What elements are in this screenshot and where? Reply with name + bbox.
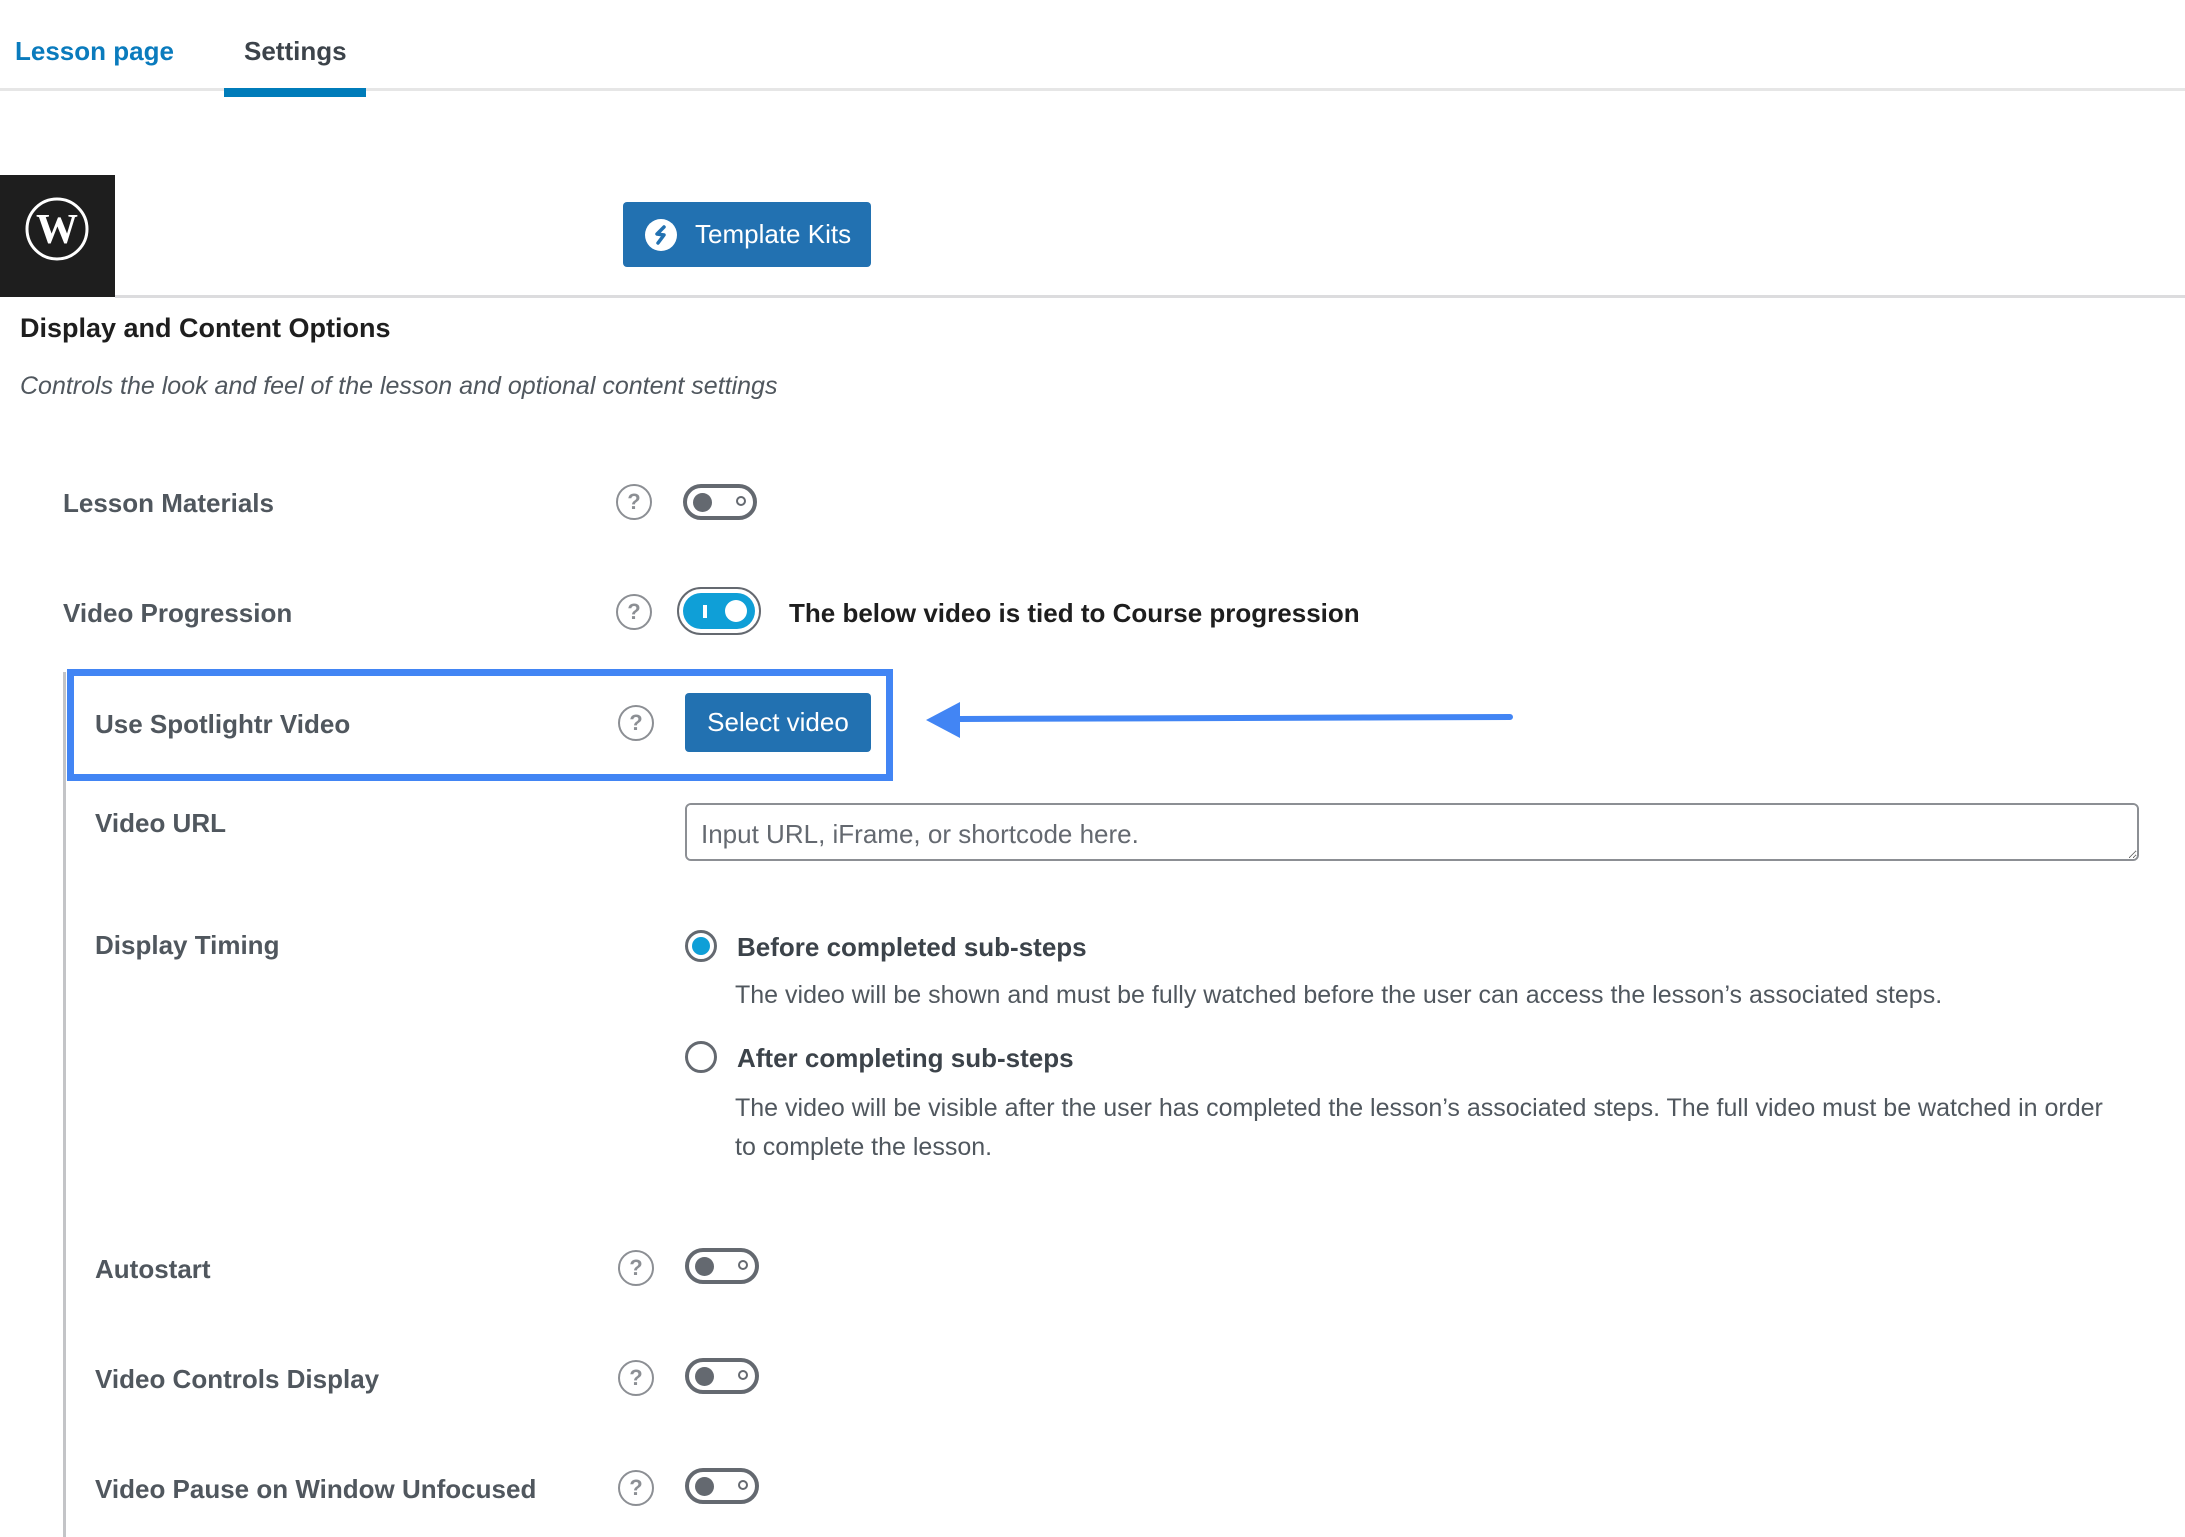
video-progression-toggle[interactable] (677, 587, 761, 635)
video-url-label: Video URL (95, 808, 226, 838)
display-timing-label: Display Timing (95, 930, 280, 960)
video-progression-caption: The below video is tied to Course progre… (789, 598, 1360, 628)
autostart-help-icon[interactable]: ? (618, 1250, 654, 1286)
video-url-input[interactable] (685, 803, 2139, 861)
toggle-off-indicator (738, 1370, 748, 1380)
lesson-materials-help-icon[interactable]: ? (616, 484, 652, 520)
section-title: Display and Content Options (20, 313, 391, 343)
spotlightr-help-icon[interactable]: ? (618, 705, 654, 741)
toggle-track-on (683, 593, 755, 629)
video-controls-display-label: Video Controls Display (95, 1364, 380, 1394)
section-description: Controls the look and feel of the lesson… (20, 372, 778, 400)
radio-before-completed-label[interactable]: Before completed sub-steps (737, 932, 1087, 963)
radio-after-completing-label[interactable]: After completing sub-steps (737, 1043, 1074, 1074)
select-video-button[interactable]: Select video (685, 693, 871, 752)
nested-group-indicator (63, 672, 66, 1537)
video-controls-display-toggle[interactable] (685, 1358, 759, 1394)
lesson-materials-label: Lesson Materials (63, 488, 274, 518)
wordpress-logo-button[interactable]: W (0, 175, 115, 297)
video-controls-display-help-icon[interactable]: ? (618, 1360, 654, 1396)
tab-lesson-page[interactable]: Lesson page (15, 36, 174, 67)
autostart-toggle[interactable] (685, 1248, 759, 1284)
toggle-on-indicator (703, 605, 707, 618)
toggle-off-indicator (738, 1260, 748, 1270)
svg-text:W: W (36, 207, 78, 253)
active-tab-indicator (224, 88, 366, 97)
toggle-knob (695, 1367, 714, 1386)
video-progression-help-icon[interactable]: ? (616, 594, 652, 630)
video-pause-unfocused-label: Video Pause on Window Unfocused (95, 1474, 537, 1504)
video-pause-unfocused-toggle[interactable] (685, 1468, 759, 1504)
toolbar-divider (115, 295, 2185, 298)
tab-settings[interactable]: Settings (244, 36, 347, 67)
video-progression-label: Video Progression (63, 598, 293, 628)
template-kits-button[interactable]: Template Kits (623, 202, 871, 267)
toggle-off-indicator (738, 1480, 748, 1490)
toggle-knob (725, 600, 747, 622)
lesson-materials-toggle[interactable] (683, 484, 757, 520)
wordpress-icon: W (25, 197, 89, 261)
toggle-knob (695, 1477, 714, 1496)
template-kits-label: Template Kits (695, 219, 852, 249)
radio-after-completing-description: The video will be visible after the user… (735, 1094, 2103, 1161)
toggle-off-indicator (736, 496, 746, 506)
template-kits-icon (645, 218, 677, 251)
toggle-knob (695, 1257, 714, 1276)
video-pause-unfocused-help-icon[interactable]: ? (618, 1470, 654, 1506)
annotation-arrow-icon (926, 702, 1513, 738)
toggle-knob (693, 493, 712, 512)
autostart-label: Autostart (95, 1254, 211, 1284)
radio-selected-dot (692, 937, 710, 955)
spotlightr-label: Use Spotlightr Video (95, 709, 351, 739)
radio-before-completed-description: The video will be shown and must be full… (735, 981, 1943, 1009)
radio-after-completing[interactable] (685, 1041, 717, 1073)
radio-before-completed[interactable] (685, 930, 717, 962)
